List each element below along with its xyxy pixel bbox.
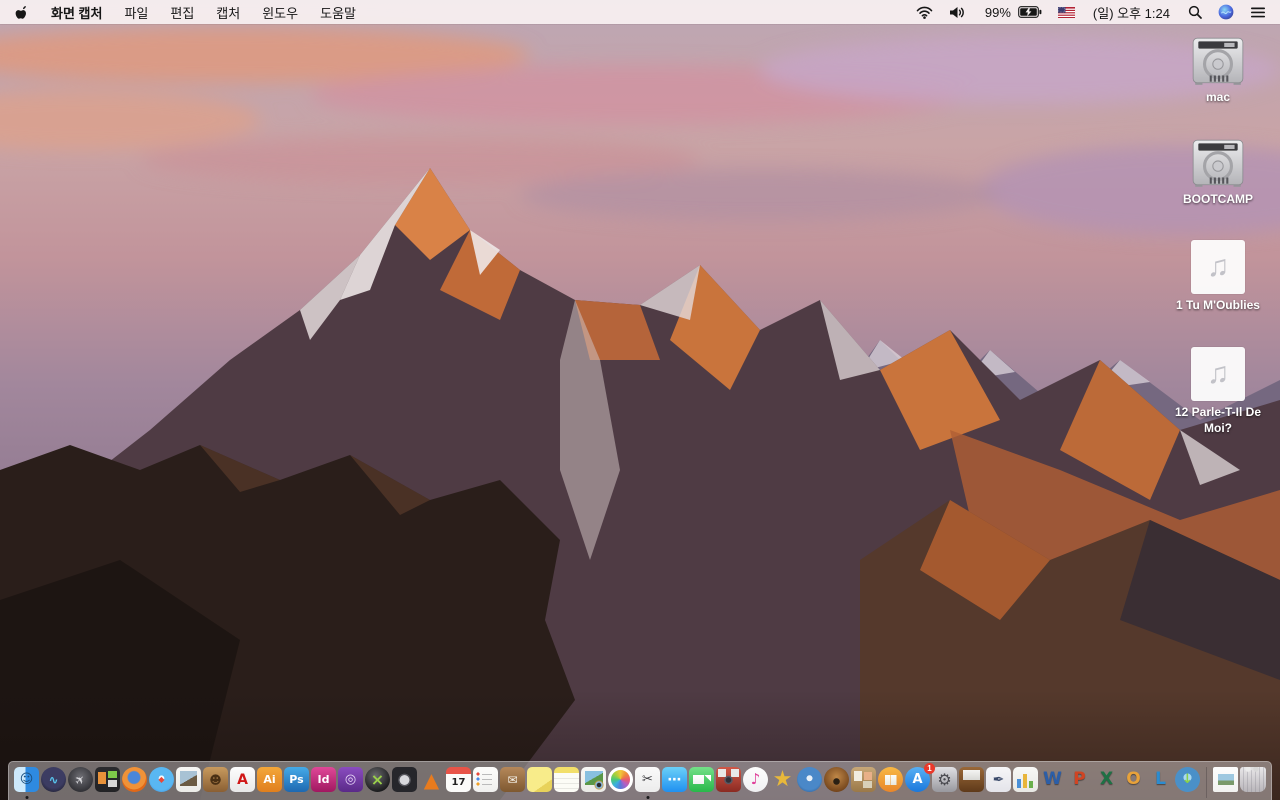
preview-dock-icon[interactable] xyxy=(176,767,201,792)
audio-file-icon: ♫ xyxy=(1190,240,1245,295)
menu-items: 파일 편집 캡처 윈도우 도움말 xyxy=(113,3,367,22)
calendar-dock-icon[interactable]: 17 xyxy=(446,767,471,792)
lync-dock-icon[interactable]: L xyxy=(1148,767,1173,792)
mac-volume-label: mac xyxy=(1205,90,1231,104)
wifi-icon xyxy=(916,6,933,19)
hard-drive-icon xyxy=(1192,37,1244,85)
apple-menu[interactable] xyxy=(12,4,40,20)
mac-volume[interactable]: mac xyxy=(1189,36,1247,105)
menu-item-capture[interactable]: 캡처 xyxy=(205,3,251,22)
menu-app-name[interactable]: 화면 캡처 xyxy=(40,3,113,22)
pages-dock-icon[interactable]: ✒ xyxy=(986,767,1011,792)
reminders-dock-icon[interactable] xyxy=(473,767,498,792)
disk-tool-dock-icon[interactable] xyxy=(392,767,417,792)
notes-dock-icon[interactable] xyxy=(554,767,579,792)
menu-bar: 화면 캡처 파일 편집 캡처 윈도우 도움말 99% (일) 오후 1:24 xyxy=(0,0,1280,24)
audio-file-2[interactable]: ♫ 12 Parle-T-Il De Moi? xyxy=(1161,346,1275,436)
firefox-dock-icon[interactable] xyxy=(122,767,147,792)
acrobat-reader-dock-icon[interactable]: A xyxy=(230,767,255,792)
messages-dock-icon[interactable]: ⋯ xyxy=(662,767,687,792)
stickies-dock-icon[interactable] xyxy=(527,767,552,792)
menu-item-edit[interactable]: 편집 xyxy=(159,3,205,22)
garageband-dock-icon[interactable] xyxy=(824,767,849,792)
finder-dock-icon[interactable]: ☺ xyxy=(14,767,39,799)
us-flag-icon xyxy=(1057,6,1075,18)
photos-dock-icon[interactable] xyxy=(608,767,633,792)
bootcamp-volume-label: BOOTCAMP xyxy=(1183,192,1253,207)
menu-left: 화면 캡처 파일 편집 캡처 윈도우 도움말 xyxy=(12,3,367,22)
bootcamp-volume[interactable]: BOOTCAMP xyxy=(1183,138,1253,207)
screen-capture-grab-running-indicator xyxy=(646,796,649,799)
itunes-dock-icon[interactable]: ♪ xyxy=(743,767,768,792)
battery-percent: 99% xyxy=(984,4,1011,20)
archive-box-app-dock-icon[interactable]: ✉ xyxy=(500,767,525,792)
menu-item-file[interactable]: 파일 xyxy=(113,3,159,22)
volume-icon xyxy=(949,6,964,18)
keynote-dock-icon[interactable] xyxy=(959,767,984,792)
audio-file-2-label: 12 Parle-T-Il De Moi? xyxy=(1174,404,1262,435)
siri-icon xyxy=(1218,4,1234,20)
safari-dock-icon[interactable]: ◆ xyxy=(149,767,174,792)
launchpad-dock-icon[interactable]: ✈ xyxy=(68,767,93,792)
volume-menu-extra[interactable] xyxy=(941,6,974,19)
contacts-dock-icon[interactable]: ☻ xyxy=(203,767,228,792)
excel-dock-icon[interactable]: X xyxy=(1094,767,1119,792)
hard-drive-icon xyxy=(1192,139,1244,188)
dock: ☺ ∿ ✈ ◆ ☻ A Ai Ps Id ◎ × ▲ 17 ✉ ✂ ⋯ ♪ ★ A 1 ⚙ ✒ W P X O L ↓ xyxy=(8,761,1272,800)
app-store-badge: 1 xyxy=(924,763,935,774)
battery-charging-icon xyxy=(1018,6,1042,18)
idvd-dock-icon[interactable] xyxy=(797,767,822,792)
menu-item-window[interactable]: 윈도우 xyxy=(251,3,309,22)
finder-running-indicator xyxy=(25,796,28,799)
facetime-dock-icon[interactable] xyxy=(689,767,714,792)
desktop-icons: mac BOOTCAMP ♫ 1 Tu M'Oublies ♫ 12 Parle-T-Il… xyxy=(1158,36,1278,469)
powerpoint-dock-icon[interactable]: P xyxy=(1067,767,1092,792)
sphere-x-app-dock-icon[interactable]: × xyxy=(365,767,390,792)
numbers-dock-icon[interactable] xyxy=(1013,767,1038,792)
search-icon xyxy=(1188,5,1202,19)
word-dock-icon[interactable]: W xyxy=(1040,767,1065,792)
apple-logo-icon xyxy=(15,6,26,19)
menu-item-help[interactable]: 도움말 xyxy=(309,3,367,22)
vlc-dock-icon[interactable]: ▲ xyxy=(419,767,444,792)
notification-center-menu-extra[interactable] xyxy=(1242,6,1268,19)
trash-dock-icon[interactable] xyxy=(1240,767,1266,792)
audio-file-1-label: 1 Tu M'Oublies xyxy=(1176,298,1260,313)
photoshop-dock-icon[interactable]: Ps xyxy=(284,767,309,792)
dock-divider xyxy=(1206,767,1207,798)
input-source-menu-extra[interactable] xyxy=(1050,6,1083,18)
wallpaper-sierra-mountain xyxy=(0,0,1280,800)
mission-control-dock-icon[interactable] xyxy=(95,767,120,792)
app-store-dock-icon[interactable]: A1 xyxy=(905,763,935,792)
system-preferences-dock-icon[interactable]: ⚙ xyxy=(932,767,957,792)
audio-file-icon: ♫ xyxy=(1191,346,1245,401)
notification-list-icon xyxy=(1251,7,1265,17)
pinboard-app-dock-icon[interactable] xyxy=(851,767,876,792)
imovie-classic-dock-icon[interactable]: ★ xyxy=(770,767,795,792)
iphoto-dock-icon[interactable] xyxy=(581,767,606,792)
menu-status-area: 99% (일) 오후 1:24 xyxy=(908,3,1268,22)
siri-dock-icon[interactable]: ∿ xyxy=(41,767,66,792)
indesign-dock-icon[interactable]: Id xyxy=(311,767,336,792)
wifi-menu-extra[interactable] xyxy=(908,6,941,19)
toast-dock-icon[interactable]: ◎ xyxy=(338,767,363,792)
audio-file-1[interactable]: ♫ 1 Tu M'Oublies xyxy=(1176,240,1260,313)
ibooks-dock-icon[interactable] xyxy=(878,767,903,792)
photo-booth-dock-icon[interactable] xyxy=(716,767,741,792)
screen-capture-grab-dock-icon[interactable]: ✂ xyxy=(635,767,660,799)
spotlight-menu-extra[interactable] xyxy=(1180,5,1210,19)
globe-download-app-dock-icon[interactable]: ↓ xyxy=(1175,767,1200,792)
screenshot-file-dock-icon[interactable] xyxy=(1213,767,1238,792)
outlook-dock-icon[interactable]: O xyxy=(1121,767,1146,792)
illustrator-dock-icon[interactable]: Ai xyxy=(257,767,282,792)
battery-menu-extra[interactable]: 99% xyxy=(974,5,1050,20)
siri-menu-extra[interactable] xyxy=(1210,4,1242,20)
menu-clock[interactable]: (일) 오후 1:24 xyxy=(1083,3,1180,22)
